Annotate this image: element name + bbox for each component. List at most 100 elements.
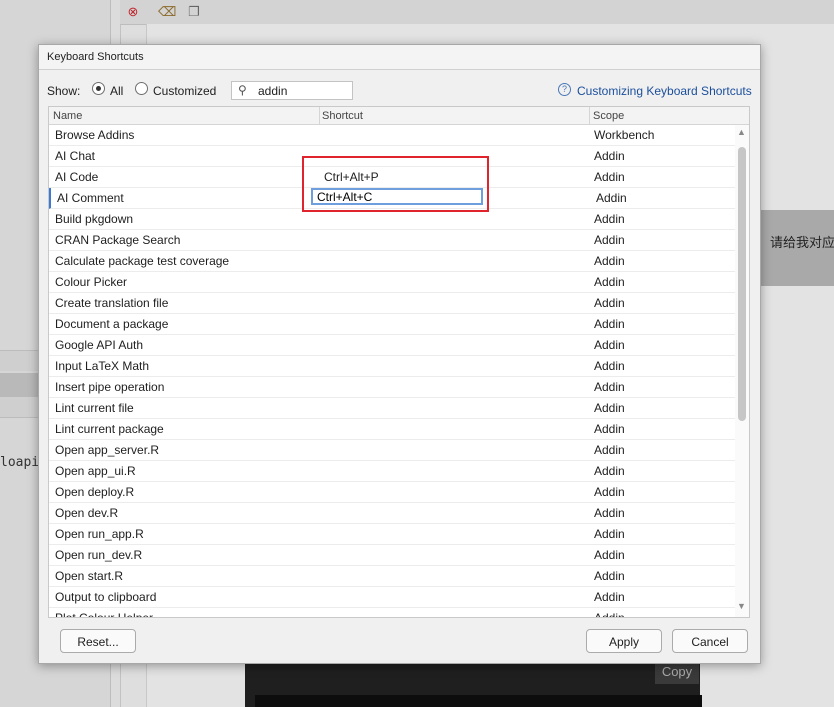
filter-customized-radio[interactable] — [135, 82, 148, 95]
keyboard-shortcuts-dialog: Keyboard Shortcuts Show: All Customized … — [38, 44, 761, 664]
row-name-cell: Input LaTeX Math — [55, 359, 150, 373]
table-row[interactable]: Build pkgdown Addin — [49, 209, 735, 230]
editor-toolbar: ⊗ ⌫ ❐ — [120, 0, 834, 25]
reset-button[interactable]: Reset... — [60, 629, 136, 653]
column-header-scope[interactable]: Scope — [593, 110, 624, 122]
row-scope-cell: Addin — [596, 191, 627, 205]
row-name-cell: Lint current package — [55, 422, 164, 436]
row-name-cell: Google API Auth — [55, 338, 144, 352]
code-block-bar — [255, 695, 702, 707]
row-name-cell: Browse Addins — [55, 128, 135, 142]
copy-button[interactable]: Copy — [655, 662, 699, 684]
table-row[interactable]: Plot Colour Helper Addin — [49, 608, 735, 617]
row-scope-cell: Addin — [594, 422, 625, 436]
row-name-cell: Insert pipe operation — [55, 380, 165, 394]
table-row[interactable]: Lint current file Addin — [49, 398, 735, 419]
row-scope-cell: Addin — [594, 401, 625, 415]
table-row[interactable]: Open run_app.R Addin — [49, 524, 735, 545]
row-name-cell: AI Comment — [57, 191, 124, 205]
filter-all-radio[interactable] — [92, 82, 105, 95]
popout-icon[interactable]: ❐ — [186, 4, 202, 20]
search-icon: ⚲ — [238, 83, 247, 97]
table-row[interactable]: Open dev.R Addin — [49, 503, 735, 524]
row-scope-cell: Addin — [594, 380, 625, 394]
apply-button[interactable]: Apply — [586, 629, 662, 653]
row-scope-cell: Addin — [594, 233, 625, 247]
row-scope-cell: Addin — [594, 212, 625, 226]
table-row[interactable]: Browse Addins Workbench — [49, 125, 735, 146]
row-name-cell: Open dev.R — [55, 506, 119, 520]
table-row[interactable]: Open deploy.R Addin — [49, 482, 735, 503]
row-scope-cell: Addin — [594, 149, 625, 163]
row-scope-cell: Addin — [594, 548, 625, 562]
column-divider[interactable] — [319, 107, 320, 124]
table-row[interactable]: CRAN Package Search Addin — [49, 230, 735, 251]
scrollbar-thumb[interactable] — [738, 147, 746, 421]
dialog-titlebar: Keyboard Shortcuts — [39, 45, 760, 70]
table-row[interactable]: Lint current package Addin — [49, 419, 735, 440]
row-scope-cell: Workbench — [594, 128, 655, 142]
row-scope-cell: Addin — [594, 611, 625, 617]
table-header: Name Shortcut Scope — [49, 107, 749, 125]
cancel-button[interactable]: Cancel — [672, 629, 748, 653]
row-name-cell: Open deploy.R — [55, 485, 135, 499]
row-scope-cell: Addin — [594, 275, 625, 289]
broom-icon[interactable]: ⌫ — [158, 4, 176, 20]
row-scope-cell: Addin — [594, 317, 625, 331]
row-name-cell: Colour Picker — [55, 275, 128, 289]
column-header-shortcut[interactable]: Shortcut — [322, 110, 363, 122]
row-scope-cell: Addin — [594, 170, 625, 184]
row-scope-cell: Addin — [594, 443, 625, 457]
row-name-cell: Output to clipboard — [55, 590, 157, 604]
row-scope-cell: Addin — [594, 338, 625, 352]
filter-customized-label[interactable]: Customized — [153, 84, 216, 98]
row-name-cell: Create translation file — [55, 296, 169, 310]
customizing-shortcuts-link[interactable]: Customizing Keyboard Shortcuts — [577, 84, 752, 98]
column-header-name[interactable]: Name — [53, 110, 82, 122]
chat-message: 请给我对应 — [761, 210, 834, 286]
scroll-down-icon[interactable]: ▼ — [737, 601, 746, 611]
row-name-cell: Open app_ui.R — [55, 464, 136, 478]
row-scope-cell: Addin — [594, 464, 625, 478]
row-name-cell: Plot Colour Helper — [55, 611, 153, 617]
row-name-cell: AI Code — [55, 170, 99, 184]
table-row[interactable]: Output to clipboard Addin — [49, 587, 735, 608]
table-row[interactable]: Create translation file Addin — [49, 293, 735, 314]
search-input[interactable] — [258, 83, 348, 98]
show-label: Show: — [47, 84, 81, 98]
table-row[interactable]: Colour Picker Addin — [49, 272, 735, 293]
table-row[interactable]: Open app_server.R Addin — [49, 440, 735, 461]
row-name-cell: Open app_server.R — [55, 443, 160, 457]
search-box[interactable]: ⚲ — [231, 81, 353, 100]
table-row[interactable]: Open run_dev.R Addin — [49, 545, 735, 566]
column-divider[interactable] — [589, 107, 590, 124]
table-row[interactable]: Document a package Addin — [49, 314, 735, 335]
row-name-cell: Open run_app.R — [55, 527, 144, 541]
scroll-up-icon[interactable]: ▲ — [737, 127, 746, 137]
row-scope-cell: Addin — [594, 485, 625, 499]
filter-all-label[interactable]: All — [110, 84, 123, 98]
row-name-cell: Lint current file — [55, 401, 134, 415]
row-scope-cell: Addin — [594, 359, 625, 373]
row-name-cell: Build pkgdown — [55, 212, 134, 226]
row-scope-cell: Addin — [594, 527, 625, 541]
row-name-cell: Open run_dev.R — [55, 548, 143, 562]
table-row[interactable]: Open app_ui.R Addin — [49, 461, 735, 482]
chat-message-text: 请给我对应 — [770, 236, 834, 251]
row-scope-cell: Addin — [594, 506, 625, 520]
stop-icon[interactable]: ⊗ — [125, 4, 141, 20]
row-scope-cell: Addin — [594, 296, 625, 310]
help-icon[interactable]: ? — [558, 83, 571, 96]
row-scope-cell: Addin — [594, 569, 625, 583]
row-name-cell: AI Chat — [55, 149, 96, 163]
row-scope-cell: Addin — [594, 590, 625, 604]
dialog-title: Keyboard Shortcuts — [47, 51, 144, 63]
table-row[interactable]: Calculate package test coverage Addin — [49, 251, 735, 272]
row-name-cell: CRAN Package Search — [55, 233, 181, 247]
table-scrollbar[interactable]: ▲ ▼ — [735, 125, 749, 617]
table-row[interactable]: Google API Auth Addin — [49, 335, 735, 356]
table-row[interactable]: Input LaTeX Math Addin — [49, 356, 735, 377]
table-row[interactable]: Insert pipe operation Addin — [49, 377, 735, 398]
row-name-cell: Calculate package test coverage — [55, 254, 230, 268]
table-row[interactable]: Open start.R Addin — [49, 566, 735, 587]
